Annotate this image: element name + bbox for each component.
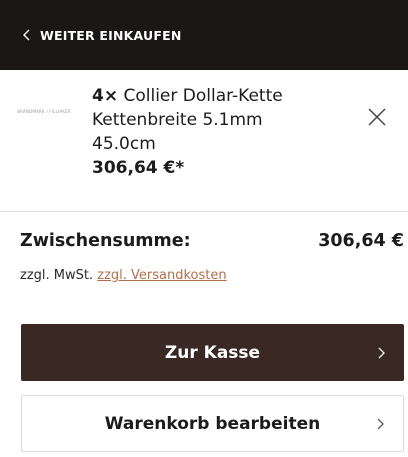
- shipping-costs-link[interactable]: zzgl. Versandkosten: [97, 268, 226, 283]
- edit-cart-label: Warenkorb bearbeiten: [104, 413, 321, 434]
- chevron-right-icon: [375, 417, 385, 431]
- product-quantity: 4×: [92, 86, 119, 106]
- tax-note: zzgl. MwSt.: [20, 268, 94, 283]
- product-thumbnail[interactable]: BRANDMARK / FILLIAKER: [17, 104, 71, 118]
- cart-line-item: BRANDMARK / FILLIAKER 4× Collier Dollar-…: [0, 70, 408, 212]
- product-info: 4× Collier Dollar-Kette Kettenbreite 5.1…: [92, 84, 292, 180]
- subtotal-value: 306,64 €: [318, 231, 404, 251]
- edit-cart-button[interactable]: Warenkorb bearbeiten: [21, 395, 404, 452]
- product-thumbnail-text: BRANDMARK / FILLIAKER: [17, 108, 71, 114]
- product-name[interactable]: Collier Dollar-Kette Kettenbreite 5.1mm …: [92, 86, 283, 154]
- chevron-right-icon: [376, 346, 386, 360]
- tax-shipping-note: zzgl. MwSt. zzgl. Versandkosten: [20, 268, 227, 283]
- continue-shopping-link[interactable]: WEITER EINKAUFEN: [20, 28, 182, 43]
- continue-shopping-label: WEITER EINKAUFEN: [40, 27, 182, 43]
- subtotal-label: Zwischensumme:: [20, 231, 191, 251]
- remove-item-button[interactable]: [366, 106, 388, 128]
- offcanvas-cart-header: WEITER EINKAUFEN: [0, 0, 408, 70]
- checkout-label: Zur Kasse: [164, 342, 261, 363]
- close-icon: [368, 108, 386, 126]
- chevron-left-icon: [20, 28, 34, 42]
- checkout-button[interactable]: Zur Kasse: [21, 324, 404, 381]
- product-price: 306,64 €*: [92, 158, 185, 178]
